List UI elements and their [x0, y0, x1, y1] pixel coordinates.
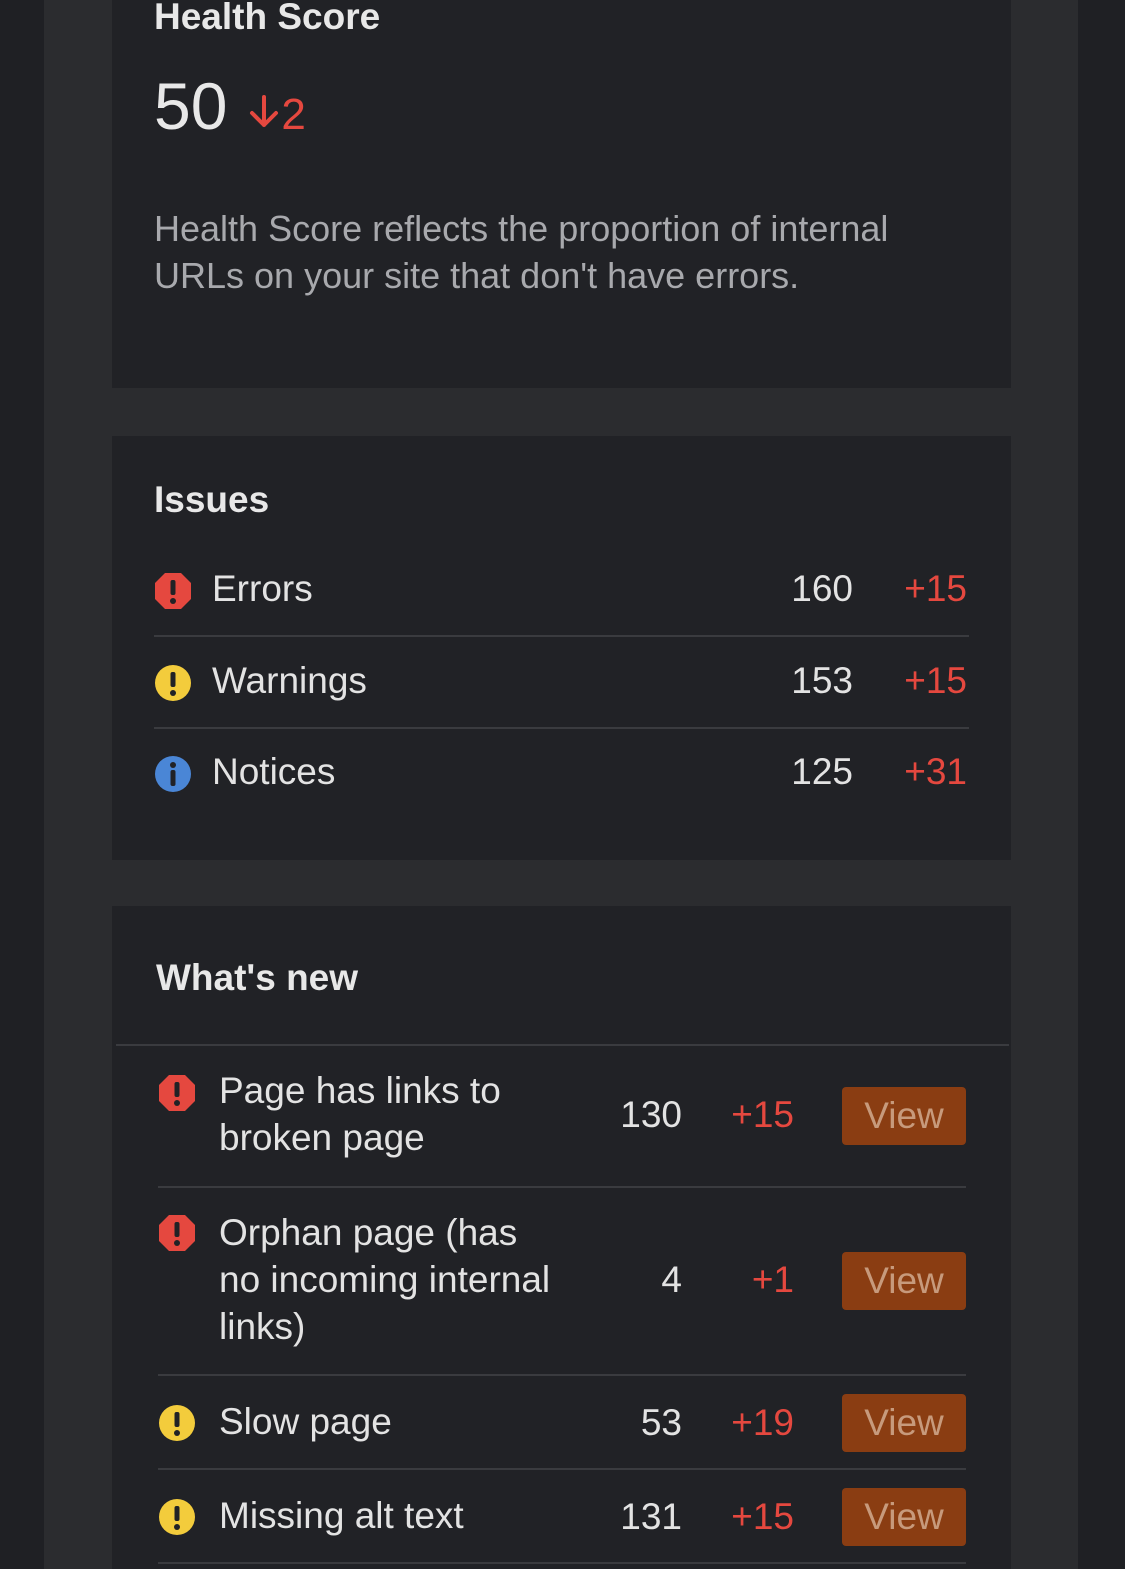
- whats-new-row: Slow page 53 +19 View: [158, 1376, 966, 1470]
- whats-new-count: 53: [640, 1402, 682, 1443]
- info-icon: [155, 756, 191, 792]
- issue-delta: +15: [904, 660, 967, 701]
- health-score-value: 50: [154, 69, 228, 143]
- issue-delta: +31: [904, 751, 967, 792]
- warning-icon: [159, 1405, 195, 1441]
- whats-new-label: Orphan page (has no incoming internal li…: [219, 1212, 551, 1347]
- issue-count: 160: [791, 568, 853, 609]
- issues-card: Issues Errors 160 +15 Warnings 153 +15 N…: [112, 436, 1011, 860]
- whats-new-label: Page has links to broken page: [219, 1070, 501, 1158]
- whats-new-label: Missing alt text: [219, 1495, 464, 1536]
- issue-count: 153: [791, 660, 853, 701]
- health-score-delta-value: 2: [281, 90, 306, 139]
- error-icon: [155, 573, 191, 609]
- issue-row-notices[interactable]: Notices 125 +31: [154, 729, 969, 821]
- whats-new-label: Slow page: [219, 1401, 392, 1442]
- whats-new-delta: +1: [751, 1259, 794, 1300]
- whats-new-delta: +15: [731, 1496, 794, 1537]
- error-icon: [159, 1215, 195, 1251]
- whats-new-count: 4: [661, 1259, 682, 1300]
- whats-new-row: Orphan page (has no incoming internal li…: [158, 1188, 966, 1376]
- issues-title: Issues: [154, 479, 270, 520]
- issue-label: Warnings: [212, 660, 367, 701]
- view-button[interactable]: View: [842, 1252, 966, 1310]
- view-button[interactable]: View: [842, 1488, 966, 1546]
- health-score-description: Health Score reflects the proportion of …: [154, 208, 889, 296]
- warning-icon: [159, 1499, 195, 1535]
- whats-new-title: What's new: [156, 957, 359, 998]
- issue-row-errors[interactable]: Errors 160 +15: [154, 545, 969, 637]
- whats-new-card: What's new Page has links to broken page…: [112, 906, 1011, 1569]
- issue-label: Notices: [212, 751, 336, 792]
- health-score-delta: 2: [249, 90, 306, 140]
- health-score-title: Health Score: [154, 0, 381, 37]
- view-button[interactable]: View: [842, 1087, 966, 1145]
- issue-delta: +15: [904, 568, 967, 609]
- whats-new-row: Page has links to broken page 130 +15 Vi…: [158, 1046, 966, 1188]
- issue-label: Errors: [212, 568, 313, 609]
- issue-count: 125: [791, 751, 853, 792]
- whats-new-count: 131: [620, 1496, 682, 1537]
- issue-row-warnings[interactable]: Warnings 153 +15: [154, 637, 969, 729]
- whats-new-row: Missing alt text 131 +15 View: [158, 1470, 966, 1564]
- whats-new-delta: +19: [731, 1402, 794, 1443]
- error-icon: [159, 1075, 195, 1111]
- health-score-card: Health Score 50 2 Health Score reflects …: [112, 0, 1011, 388]
- whats-new-count: 130: [620, 1094, 682, 1135]
- warning-icon: [155, 665, 191, 701]
- arrow-down-icon: [250, 95, 279, 127]
- view-button[interactable]: View: [842, 1394, 966, 1452]
- health-score: 50 2: [154, 68, 306, 144]
- whats-new-delta: +15: [731, 1094, 794, 1135]
